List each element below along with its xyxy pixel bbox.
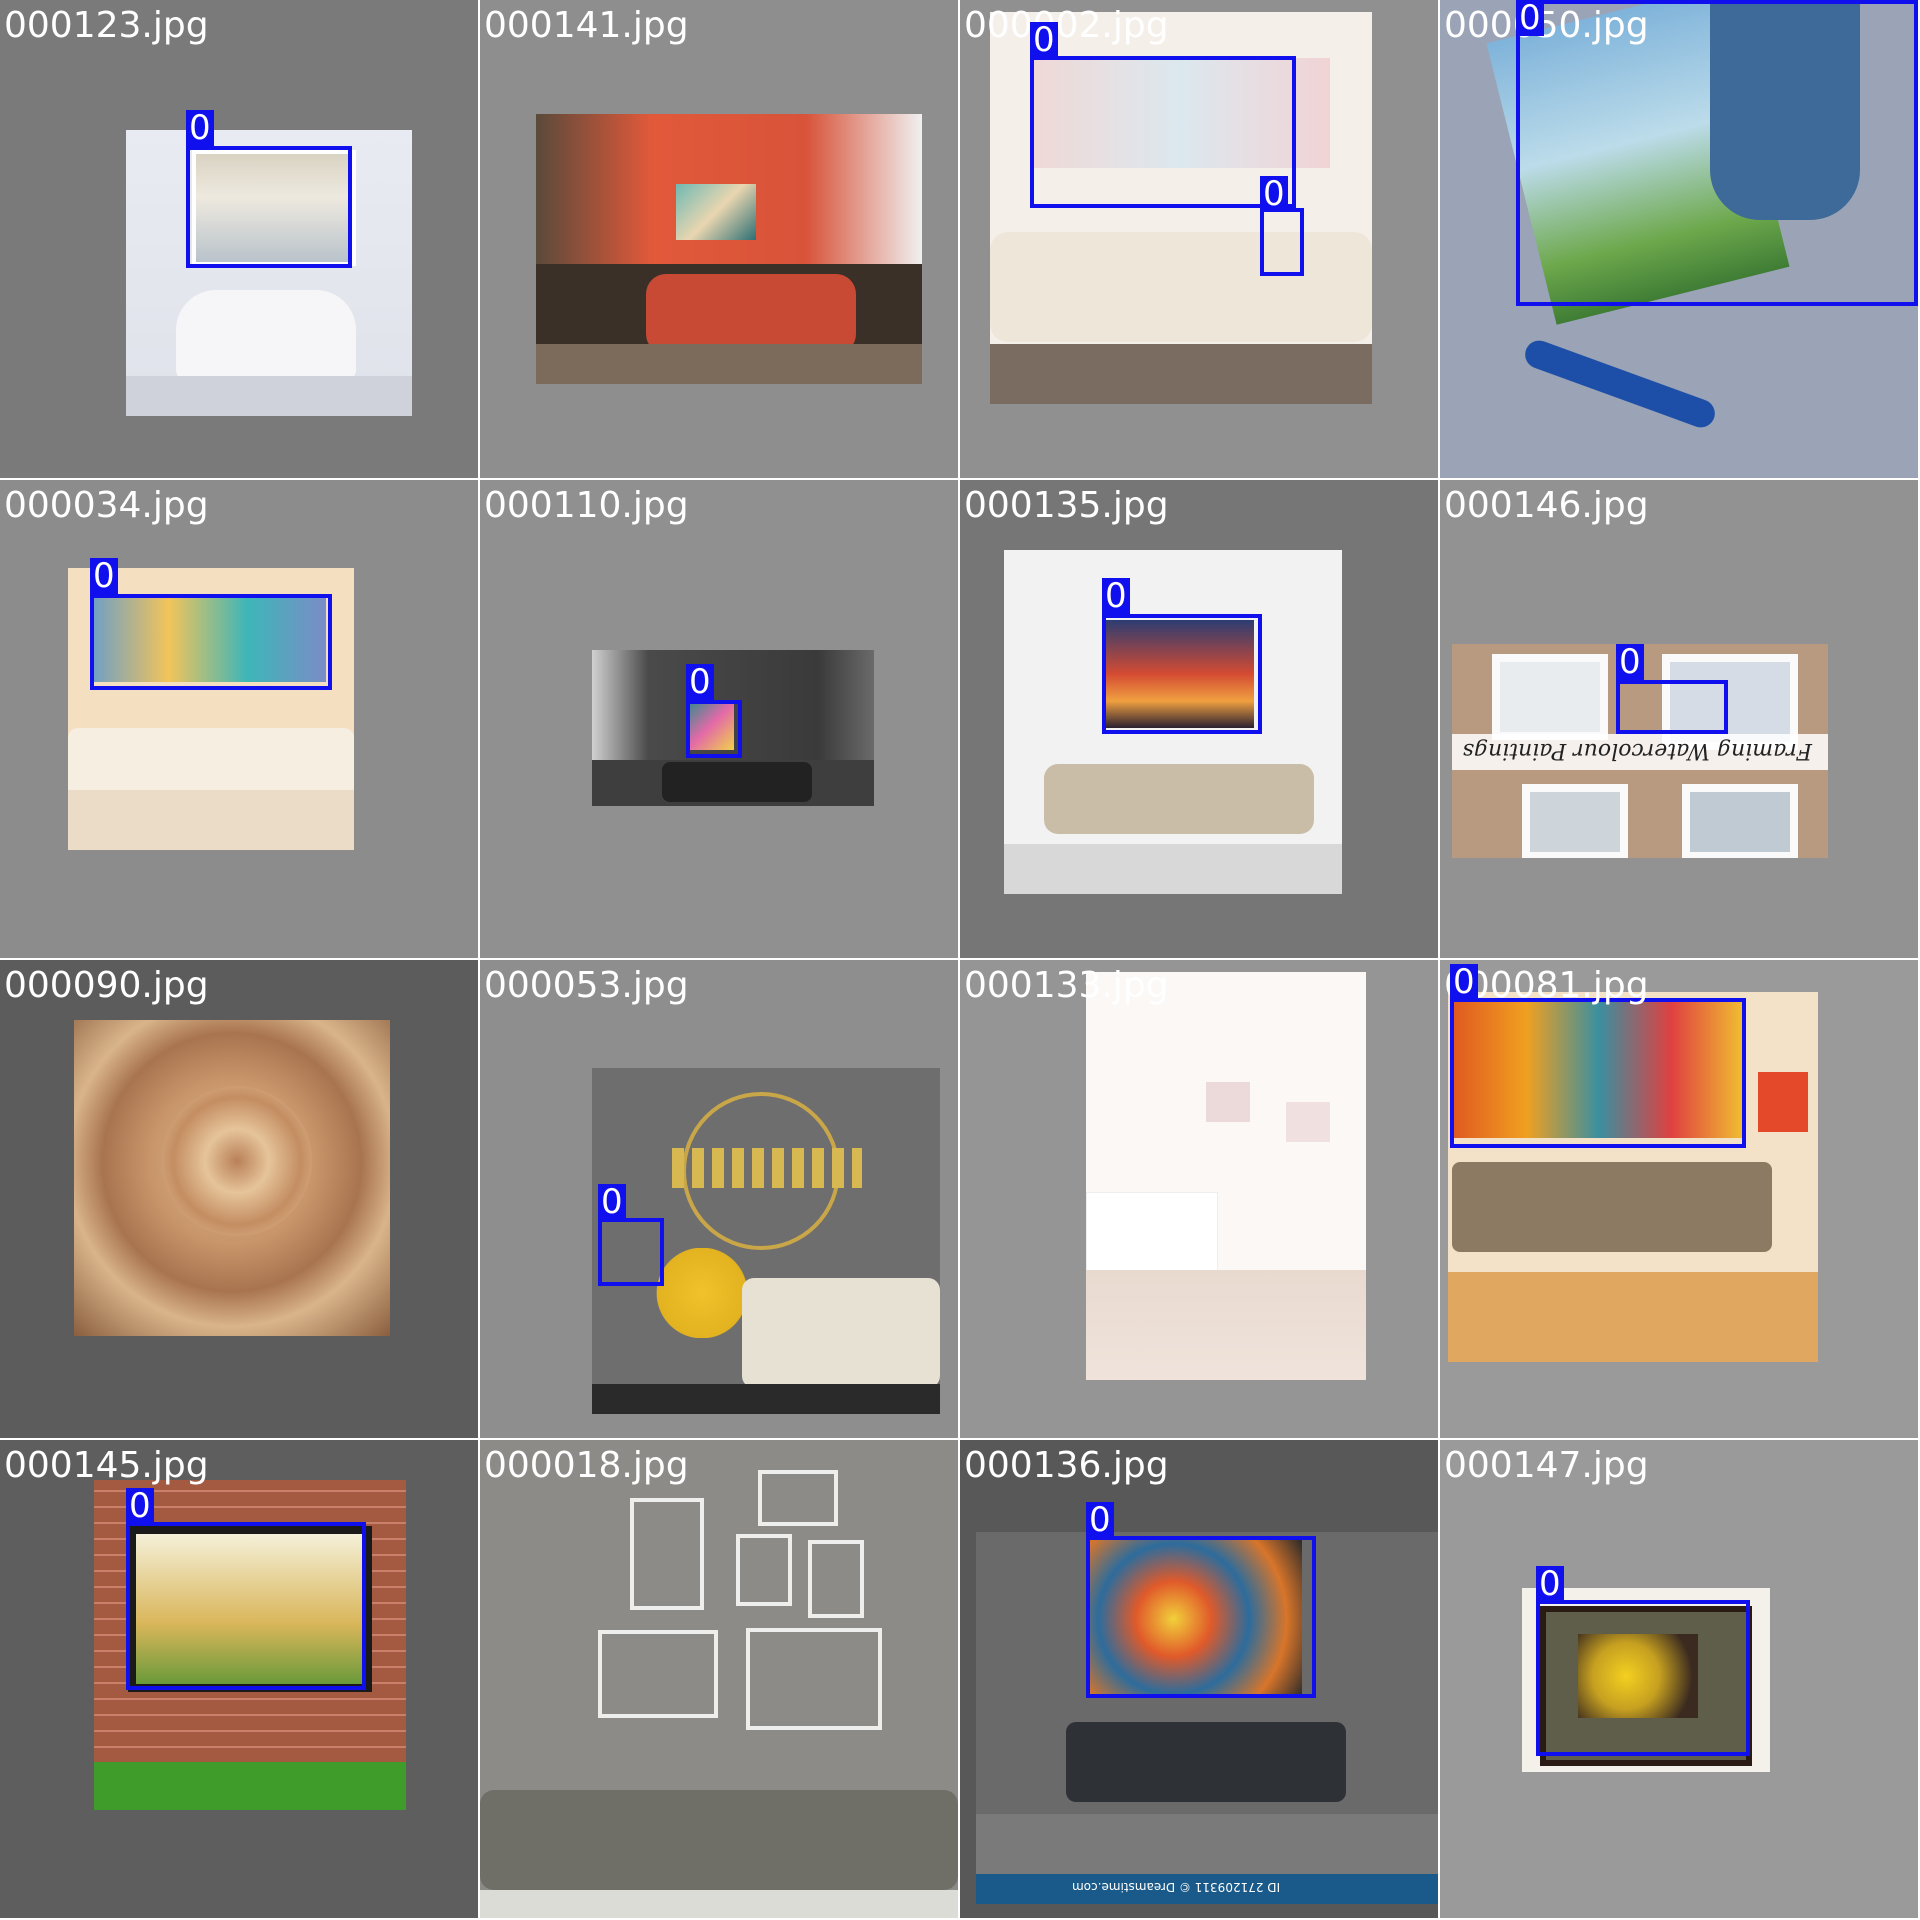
framed-watercolour — [1522, 784, 1628, 858]
filename-label: 000053.jpg — [484, 965, 689, 1006]
chalk-frame-outline — [758, 1470, 838, 1526]
thumbnail-image — [1086, 972, 1366, 1380]
detection-box — [90, 594, 332, 690]
detection-class-label: 0 — [1616, 644, 1644, 680]
floor — [126, 376, 412, 416]
coffee-table — [480, 1890, 958, 1918]
bed — [662, 762, 812, 802]
grid-tile[interactable]: 000002.jpg 0 0 — [960, 0, 1438, 478]
sofa — [1452, 1162, 1772, 1252]
filename-label: 000136.jpg — [964, 1445, 1169, 1486]
painting — [676, 184, 756, 240]
detection-class-label: 0 — [126, 1488, 154, 1524]
filename-label: 000034.jpg — [4, 485, 209, 526]
filename-label: 000147.jpg — [1444, 1445, 1649, 1486]
caption-text: Framing Watercolour Paintings — [1462, 738, 1812, 763]
lamp — [1758, 1072, 1808, 1132]
grid-tile[interactable]: 000147.jpg 0 — [1440, 1440, 1918, 1918]
detection-box — [1030, 56, 1296, 208]
floor — [1004, 844, 1342, 894]
watermark-text: ID 271209311 © Dreamstime.com — [1072, 1880, 1281, 1894]
thumbnail-image — [480, 1440, 958, 1918]
grid-tile[interactable]: 000145.jpg 0 — [0, 1440, 478, 1918]
chalk-frame-outline — [598, 1630, 718, 1718]
detection-box — [1536, 1600, 1750, 1756]
detection-class-label: 0 — [598, 1184, 626, 1220]
grid-tile[interactable]: 000050.jpg 0 — [1440, 0, 1918, 478]
floor — [536, 344, 922, 384]
floor — [1448, 1272, 1818, 1362]
grid-tile[interactable]: 000110.jpg 0 — [480, 480, 958, 958]
filename-label: 000135.jpg — [964, 485, 1169, 526]
chalk-frame-outline — [736, 1534, 792, 1606]
grid-tile[interactable]: 000141.jpg — [480, 0, 958, 478]
wall-art — [1206, 1082, 1250, 1122]
detection-box — [686, 700, 742, 758]
detection-class-label: 0 — [1450, 964, 1478, 1000]
floor — [68, 790, 354, 850]
filename-label: 000141.jpg — [484, 5, 689, 46]
grid-tile[interactable]: 000123.jpg 0 — [0, 0, 478, 478]
detection-box — [598, 1218, 664, 1286]
sofa — [990, 232, 1372, 342]
thumbnail-image — [74, 1020, 390, 1336]
framed-watercolour — [1682, 784, 1798, 858]
sofa — [646, 274, 856, 354]
chalk-frame-outline — [808, 1540, 864, 1618]
detection-class-label: 0 — [1102, 578, 1130, 614]
image-grid: 000123.jpg 0 000141.jpg 000002.jpg 0 0 0… — [0, 0, 1920, 1920]
sofa — [1066, 1722, 1346, 1802]
detection-box — [1102, 614, 1262, 734]
floor — [990, 344, 1372, 404]
detection-box — [1260, 208, 1304, 276]
gold-wall-sculpture-bars — [672, 1148, 862, 1188]
detection-class-label: 0 — [1030, 22, 1058, 58]
filename-label: 000145.jpg — [4, 1445, 209, 1486]
filename-label: 000090.jpg — [4, 965, 209, 1006]
grid-tile[interactable]: 000090.jpg — [0, 960, 478, 1438]
thumbnail-image — [536, 114, 922, 384]
filename-label: 000133.jpg — [964, 965, 1169, 1006]
filename-label: 000050.jpg — [1444, 5, 1649, 46]
detection-box — [1616, 680, 1728, 734]
filename-label: 000146.jpg — [1444, 485, 1649, 526]
grid-tile[interactable]: 000053.jpg 0 — [480, 960, 958, 1438]
floor — [592, 1384, 940, 1414]
grass — [94, 1762, 406, 1810]
carved-flower — [162, 1086, 312, 1236]
grid-tile[interactable]: 000135.jpg 0 — [960, 480, 1438, 958]
screwdriver — [1521, 336, 1719, 432]
detection-class-label: 0 — [1260, 176, 1288, 212]
sofa — [68, 728, 354, 798]
sofa — [1044, 764, 1314, 834]
floor — [1086, 1270, 1366, 1380]
grid-tile[interactable]: 000146.jpg Framing Watercolour Paintings… — [1440, 480, 1918, 958]
detection-class-label: 0 — [90, 558, 118, 594]
filename-label: 000018.jpg — [484, 1445, 689, 1486]
chalk-frame-outline — [630, 1498, 704, 1610]
wall-art — [1286, 1102, 1330, 1142]
filename-label: 000123.jpg — [4, 5, 209, 46]
sofa — [742, 1278, 940, 1388]
grid-tile[interactable]: 000136.jpg ID 271209311 © Dreamstime.com… — [960, 1440, 1438, 1918]
grid-tile[interactable]: 000081.jpg 0 — [1440, 960, 1918, 1438]
detection-class-label: 0 — [686, 664, 714, 700]
detection-class-label: 0 — [1086, 1502, 1114, 1538]
armchair — [176, 290, 356, 380]
sofa — [480, 1790, 958, 1890]
detection-box — [186, 146, 352, 268]
filename-label: 000110.jpg — [484, 485, 689, 526]
detection-class-label: 0 — [186, 110, 214, 146]
filename-label: 000002.jpg — [964, 5, 1169, 46]
detection-box — [1450, 998, 1746, 1148]
grid-tile[interactable]: 000133.jpg — [960, 960, 1438, 1438]
chalk-frame-outline — [746, 1628, 882, 1730]
framed-watercolour — [1492, 654, 1608, 740]
detection-box — [126, 1522, 366, 1690]
grid-tile[interactable]: 000018.jpg — [480, 1440, 958, 1918]
detection-class-label: 0 — [1516, 0, 1544, 36]
grid-tile[interactable]: 000034.jpg 0 — [0, 480, 478, 958]
detection-box — [1086, 1536, 1316, 1698]
detection-class-label: 0 — [1536, 1566, 1564, 1602]
